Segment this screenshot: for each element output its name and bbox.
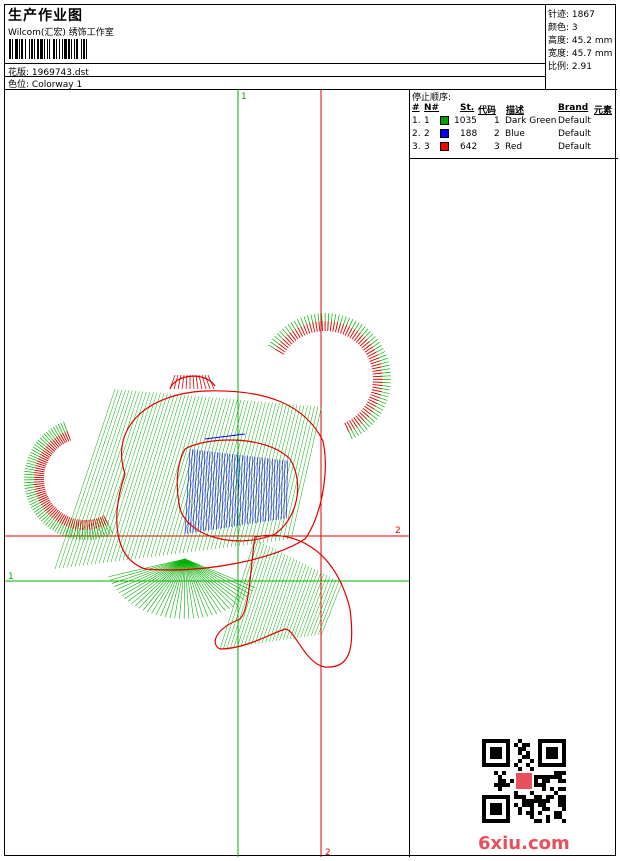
stat-width: 宽度: 45.7 mm [548, 46, 612, 59]
divider [5, 63, 545, 64]
stat-stitches: 针迹: 1867 [548, 7, 595, 20]
col-index: # [412, 103, 420, 113]
stat-colors: 颜色: 3 [548, 20, 578, 33]
color-swatch [440, 129, 449, 138]
color-swatch [440, 142, 449, 151]
guide-label-v1: 1 [241, 92, 247, 102]
header-panel: 生产作业图 Wilcom(汇宏) 绣饰工作室 花版: 1969743.dst 色… [5, 5, 546, 90]
guide-label-v2: 2 [325, 848, 331, 857]
site-logo: 6xiu.com [478, 833, 570, 854]
col-n: N# [424, 103, 439, 113]
col-code: 代码 [478, 103, 496, 116]
guide-label-h2: 2 [395, 526, 401, 536]
page-title: 生产作业图 [8, 5, 83, 25]
studio-name: Wilcom(汇宏) 绣饰工作室 [8, 25, 114, 38]
color-swatch [440, 116, 449, 125]
stats-panel: 针迹: 1867 颜色: 3 高度: 45.2 mm 宽度: 45.7 mm 比… [545, 5, 617, 90]
stop-sequence-panel: 停止顺序: # N# St. 代码 描述 Brand 元素 1. 1 1035 … [409, 89, 618, 857]
stat-height: 高度: 45.2 mm [548, 33, 612, 46]
col-stitches: St. [460, 103, 474, 113]
stitch-pattern [24, 313, 391, 649]
stat-scale: 比例: 2.91 [548, 59, 592, 72]
stop-sequence-title: 停止顺序: [412, 90, 451, 103]
col-description: 描述 [506, 103, 524, 116]
embroidery-preview: 1 1 2 2 [5, 89, 409, 857]
col-brand: Brand [558, 103, 588, 113]
guide-label-h1: 1 [8, 572, 14, 582]
embroidery-design-area: 1 1 2 2 [5, 89, 409, 857]
divider [410, 158, 618, 159]
barcode [9, 39, 143, 59]
divider [5, 76, 545, 77]
col-element: 元素 [594, 103, 612, 116]
worksheet-frame: 生产作业图 Wilcom(汇宏) 绣饰工作室 花版: 1969743.dst 色… [4, 4, 616, 856]
qr-code [482, 739, 566, 823]
